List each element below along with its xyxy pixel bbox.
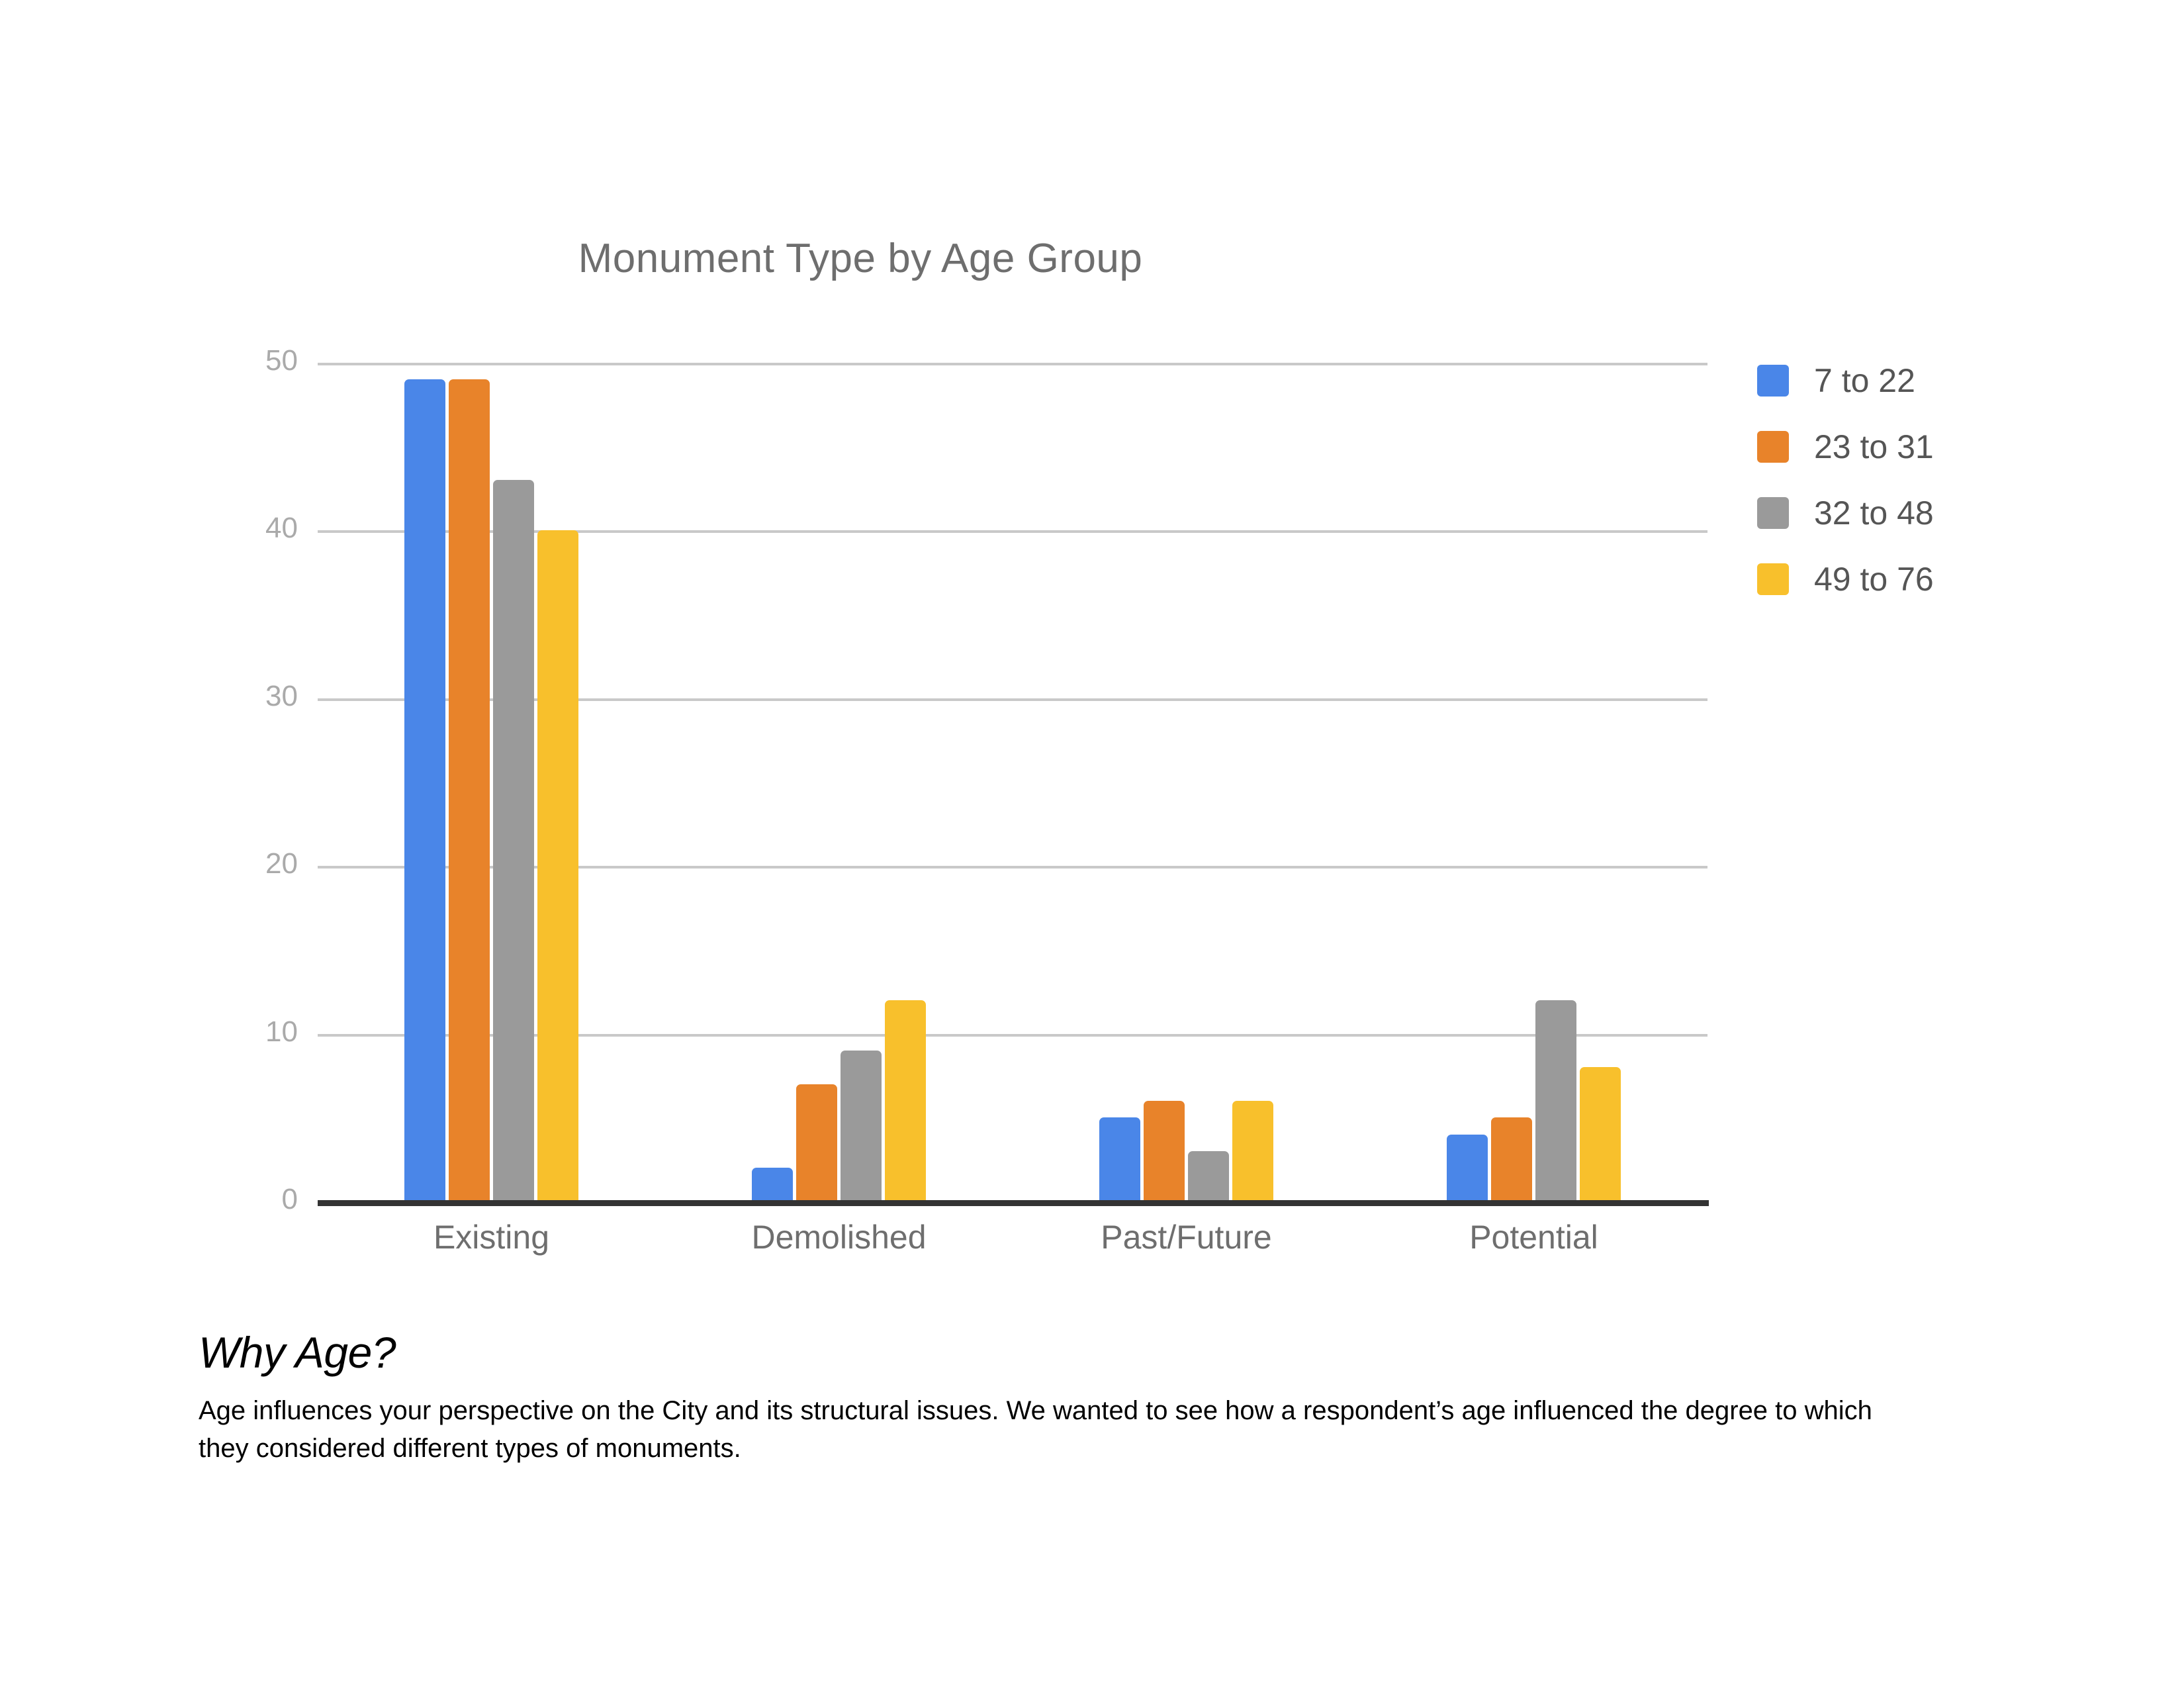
legend-item[interactable]: 23 to 31 (1757, 414, 1934, 480)
bar[interactable] (752, 1168, 793, 1201)
bar[interactable] (796, 1084, 837, 1201)
bar[interactable] (1535, 1000, 1576, 1201)
legend-label: 32 to 48 (1814, 494, 1934, 532)
chart-legend: 7 to 22 23 to 31 32 to 48 49 to 76 (1757, 348, 1934, 612)
chart-figure: Monument Type by Age Group 0 10 20 30 40 50 E… (0, 0, 2184, 1297)
x-tick-label: Past/Future (1101, 1219, 1272, 1256)
legend-label: 49 to 76 (1814, 561, 1934, 598)
plot-area (318, 363, 1707, 1201)
caption-heading: Why Age? (199, 1328, 396, 1377)
bar[interactable] (1580, 1067, 1621, 1201)
bar[interactable] (537, 530, 578, 1201)
bar-group (1360, 363, 1707, 1201)
x-tick-label: Potential (1469, 1219, 1598, 1256)
y-tick-label: 50 (265, 344, 298, 377)
x-tick-label: Existing (433, 1219, 550, 1256)
bar[interactable] (1188, 1150, 1229, 1201)
bar[interactable] (1447, 1134, 1488, 1201)
bar[interactable] (885, 1000, 926, 1201)
bar-group (1013, 363, 1360, 1201)
y-tick-label: 0 (281, 1183, 298, 1215)
y-tick-label: 20 (265, 847, 298, 880)
bar[interactable] (1099, 1117, 1140, 1201)
bar[interactable] (1144, 1100, 1185, 1201)
x-axis-line (318, 1200, 1709, 1206)
chart-title: Monument Type by Age Group (578, 236, 1143, 281)
caption-block: Why Age? Age influences your perspective… (199, 1327, 1933, 1468)
legend-swatch-icon (1757, 497, 1789, 529)
bar-group (318, 363, 665, 1201)
bar[interactable] (404, 379, 445, 1201)
legend-swatch-icon (1757, 431, 1789, 463)
legend-item[interactable]: 49 to 76 (1757, 546, 1934, 612)
bar-group (665, 363, 1013, 1201)
y-tick-label: 40 (265, 512, 298, 545)
bar[interactable] (841, 1050, 882, 1201)
legend-label: 23 to 31 (1814, 428, 1934, 465)
caption-paragraph: Age influences your perspective on the C… (199, 1396, 1872, 1463)
legend-swatch-icon (1757, 365, 1789, 397)
x-tick-label: Demolished (751, 1219, 927, 1256)
y-tick-label: 10 (265, 1015, 298, 1048)
legend-swatch-icon (1757, 563, 1789, 595)
bar[interactable] (1232, 1100, 1273, 1201)
bar[interactable] (449, 379, 490, 1201)
legend-item[interactable]: 32 to 48 (1757, 480, 1934, 546)
legend-item[interactable]: 7 to 22 (1757, 348, 1934, 414)
bar[interactable] (493, 480, 534, 1201)
bar[interactable] (1491, 1117, 1532, 1201)
y-tick-label: 30 (265, 679, 298, 712)
legend-label: 7 to 22 (1814, 362, 1915, 399)
